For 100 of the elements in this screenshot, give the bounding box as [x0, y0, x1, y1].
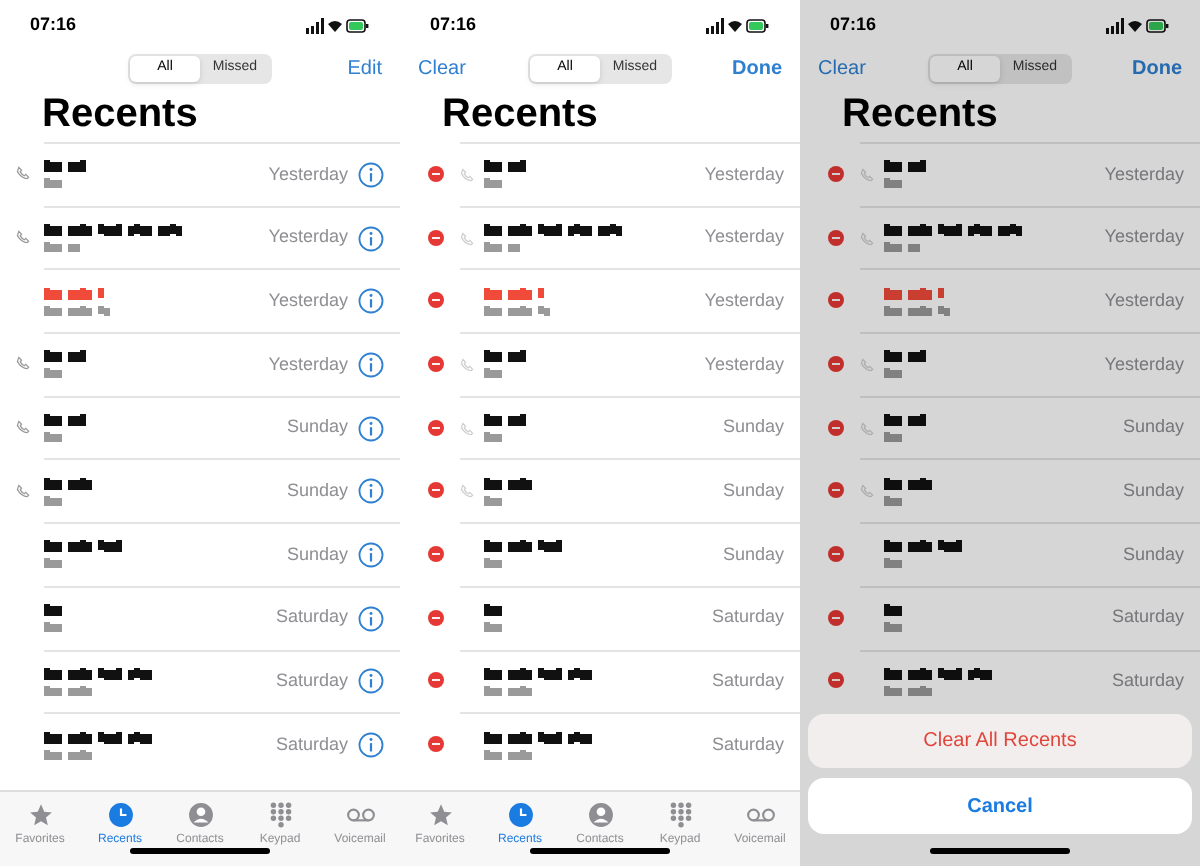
status-icons [706, 18, 770, 34]
redacted-name [44, 160, 88, 173]
redacted-detail [484, 495, 508, 506]
redacted-name [44, 731, 156, 744]
delete-icon[interactable] [428, 288, 444, 313]
phone-icon [15, 483, 29, 498]
phone-icon [460, 167, 474, 182]
phone-icon [460, 484, 474, 499]
redacted-detail [484, 242, 520, 253]
phone-icon [460, 421, 474, 436]
redacted-name [484, 287, 544, 300]
phone-icon [15, 356, 29, 371]
delete-icon[interactable] [428, 732, 444, 757]
info-icon[interactable] [358, 541, 384, 568]
call-day: Saturday [1111, 604, 1184, 632]
home-indicator [530, 848, 670, 854]
redacted-name [44, 287, 104, 300]
clear-all-button[interactable]: Clear All Recents [808, 714, 1192, 768]
redacted-detail [484, 749, 536, 760]
call-day: Yesterday [704, 351, 784, 379]
phone-icon [860, 167, 874, 182]
delete-icon[interactable] [828, 541, 844, 566]
redacted-detail [484, 305, 552, 316]
call-day: Yesterday [704, 161, 784, 189]
clock-icon [507, 802, 533, 828]
redacted-detail [884, 305, 952, 316]
page-title: Recents [440, 90, 600, 138]
status-icons [1106, 18, 1170, 34]
info-icon[interactable] [358, 225, 384, 252]
delete-icon[interactable] [828, 351, 844, 376]
redacted-name [484, 414, 528, 427]
done-button[interactable]: Done [732, 53, 782, 83]
redacted-detail [884, 495, 908, 506]
redacted-detail [44, 749, 96, 760]
redacted-name [484, 477, 536, 490]
info-icon[interactable] [358, 732, 384, 759]
status-time: 07:16 [830, 12, 877, 39]
delete-icon[interactable] [828, 415, 844, 440]
delete-icon[interactable] [428, 605, 444, 630]
phone-icon [860, 357, 874, 372]
call-day: Saturday [275, 731, 348, 759]
star-icon [427, 802, 453, 828]
call-day: Saturday [711, 668, 784, 696]
info-icon[interactable] [358, 668, 384, 695]
redacted-name [884, 540, 968, 553]
delete-icon[interactable] [828, 478, 844, 503]
info-icon[interactable] [358, 415, 384, 442]
delete-icon[interactable] [428, 478, 444, 503]
phone-icon [15, 230, 29, 245]
info-icon[interactable] [358, 478, 384, 505]
info-icon[interactable] [358, 605, 384, 632]
call-day: Yesterday [1104, 287, 1184, 315]
redacted-name [884, 160, 928, 173]
clear-button[interactable]: Clear [418, 53, 466, 83]
redacted-name [884, 477, 936, 490]
phone-icon [860, 484, 874, 499]
redacted-name [884, 350, 928, 363]
call-day: Sunday [286, 414, 348, 442]
delete-icon[interactable] [428, 541, 444, 566]
delete-icon[interactable] [828, 225, 844, 250]
redacted-detail [44, 685, 92, 696]
delete-icon[interactable] [428, 668, 444, 693]
delete-icon[interactable] [828, 161, 844, 186]
delete-icon[interactable] [428, 415, 444, 440]
call-day: Saturday [711, 731, 784, 759]
redacted-detail [44, 242, 80, 253]
redacted-name [44, 477, 96, 490]
redacted-detail [44, 495, 68, 506]
call-day: Sunday [1122, 478, 1184, 506]
redacted-name [484, 160, 528, 173]
call-day: Yesterday [268, 351, 348, 379]
redacted-name [884, 287, 944, 300]
phone-icon [15, 166, 29, 181]
phone-icon [460, 231, 474, 246]
redacted-name [484, 350, 528, 363]
person-icon [187, 802, 213, 828]
redacted-name [484, 224, 624, 237]
clear-button[interactable]: Clear [818, 53, 866, 83]
delete-icon[interactable] [428, 161, 444, 186]
phone-icon [15, 420, 29, 435]
edit-button[interactable]: Edit [347, 53, 382, 83]
cancel-button[interactable]: Cancel [808, 778, 1192, 834]
call-day: Sunday [286, 478, 348, 506]
delete-icon[interactable] [828, 668, 844, 693]
call-day: Sunday [286, 541, 348, 569]
delete-icon[interactable] [828, 288, 844, 313]
call-day: Yesterday [1104, 161, 1184, 189]
person-icon [587, 802, 613, 828]
info-icon[interactable] [358, 161, 384, 188]
delete-icon[interactable] [428, 225, 444, 250]
info-icon[interactable] [358, 351, 384, 378]
keypad-icon [267, 802, 293, 828]
redacted-name [44, 540, 128, 553]
info-icon[interactable] [358, 288, 384, 315]
done-button[interactable]: Done [1132, 53, 1182, 83]
delete-icon[interactable] [428, 351, 444, 376]
call-day: Yesterday [1104, 351, 1184, 379]
redacted-detail [884, 622, 908, 633]
delete-icon[interactable] [828, 605, 844, 630]
redacted-name [484, 731, 596, 744]
